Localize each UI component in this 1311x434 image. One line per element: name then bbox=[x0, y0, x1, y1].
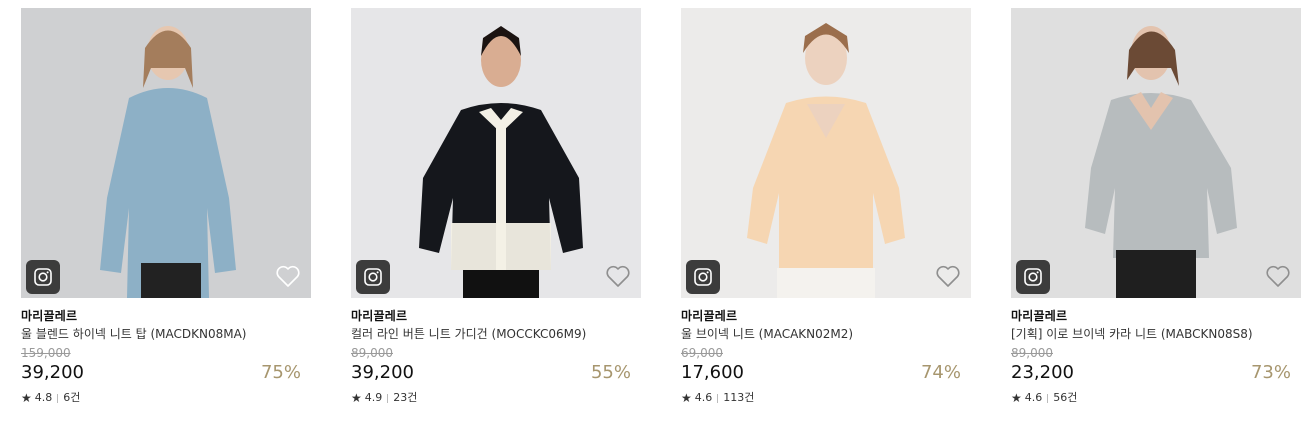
instagram-icon bbox=[364, 268, 382, 286]
product-grid: 마리끌레르 울 블렌드 하이넥 니트 탑 (MACDKN08MA) 159,00… bbox=[0, 0, 1311, 434]
sale-price: 23,200 bbox=[1011, 362, 1074, 383]
product-photo bbox=[21, 8, 311, 298]
product-image[interactable] bbox=[21, 8, 311, 298]
product-photo bbox=[681, 8, 971, 298]
review-count: 113건 bbox=[723, 391, 755, 404]
discount-rate: 73% bbox=[1250, 362, 1291, 383]
review-count: 56건 bbox=[1053, 391, 1078, 404]
star-icon: ★ bbox=[681, 391, 692, 405]
divider bbox=[1047, 393, 1049, 403]
heart-outline-icon bbox=[936, 265, 960, 287]
discount-rate: 55% bbox=[590, 362, 631, 383]
price-row: 17,600 74% bbox=[681, 361, 971, 385]
price-row: 39,200 55% bbox=[351, 361, 641, 385]
original-price: 89,000 bbox=[351, 346, 393, 360]
rating-value: 4.6 bbox=[694, 391, 713, 404]
product-name[interactable]: [기획] 이로 브이넥 카라 니트 (MABCKN08S8) bbox=[1011, 326, 1301, 342]
heart-outline-icon bbox=[1266, 265, 1290, 287]
instagram-icon bbox=[694, 268, 712, 286]
wishlist-button[interactable] bbox=[1265, 264, 1291, 288]
product-brand[interactable]: 마리끌레르 bbox=[1011, 308, 1301, 324]
rating-row: ★ 4.8 6건 bbox=[21, 391, 311, 405]
original-price: 89,000 bbox=[1011, 346, 1053, 360]
rating-row: ★ 4.6 56건 bbox=[1011, 391, 1301, 405]
heart-outline-icon bbox=[606, 265, 630, 287]
review-count: 23건 bbox=[393, 391, 418, 404]
product-photo bbox=[351, 8, 641, 298]
rating-row: ★ 4.6 113건 bbox=[681, 391, 971, 405]
sale-price: 39,200 bbox=[351, 362, 414, 383]
product-brand[interactable]: 마리끌레르 bbox=[351, 308, 641, 324]
wishlist-button[interactable] bbox=[935, 264, 961, 288]
product-card[interactable]: 마리끌레르 울 브이넥 니트 (MACAKN02M2) 69,000 17,60… bbox=[681, 8, 971, 405]
product-photo bbox=[1011, 8, 1301, 298]
product-image[interactable] bbox=[1011, 8, 1301, 298]
review-count: 6건 bbox=[63, 391, 81, 404]
instagram-button[interactable] bbox=[356, 260, 390, 294]
instagram-icon bbox=[1024, 268, 1042, 286]
instagram-button[interactable] bbox=[26, 260, 60, 294]
instagram-icon bbox=[34, 268, 52, 286]
instagram-button[interactable] bbox=[1016, 260, 1050, 294]
product-brand[interactable]: 마리끌레르 bbox=[681, 308, 971, 324]
product-card[interactable]: 마리끌레르 [기획] 이로 브이넥 카라 니트 (MABCKN08S8) 89,… bbox=[1011, 8, 1301, 405]
price-row: 23,200 73% bbox=[1011, 361, 1301, 385]
rating-value: 4.9 bbox=[364, 391, 383, 404]
instagram-button[interactable] bbox=[686, 260, 720, 294]
wishlist-button[interactable] bbox=[275, 264, 301, 288]
product-name[interactable]: 울 블렌드 하이넥 니트 탑 (MACDKN08MA) bbox=[21, 326, 311, 342]
product-image[interactable] bbox=[681, 8, 971, 298]
rating-value: 4.6 bbox=[1024, 391, 1043, 404]
discount-rate: 75% bbox=[260, 362, 301, 383]
star-icon: ★ bbox=[351, 391, 362, 405]
product-name[interactable]: 컬러 라인 버튼 니트 가디건 (MOCCKC06M9) bbox=[351, 326, 641, 342]
divider bbox=[387, 393, 389, 403]
original-price: 69,000 bbox=[681, 346, 723, 360]
star-icon: ★ bbox=[1011, 391, 1022, 405]
price-row: 39,200 75% bbox=[21, 361, 311, 385]
heart-outline-icon bbox=[276, 265, 300, 287]
divider bbox=[717, 393, 719, 403]
sale-price: 17,600 bbox=[681, 362, 744, 383]
product-image[interactable] bbox=[351, 8, 641, 298]
original-price: 159,000 bbox=[21, 346, 71, 360]
star-icon: ★ bbox=[21, 391, 32, 405]
product-name[interactable]: 울 브이넥 니트 (MACAKN02M2) bbox=[681, 326, 971, 342]
rating-row: ★ 4.9 23건 bbox=[351, 391, 641, 405]
discount-rate: 74% bbox=[920, 362, 961, 383]
divider bbox=[57, 393, 59, 403]
rating-value: 4.8 bbox=[34, 391, 53, 404]
product-card[interactable]: 마리끌레르 울 블렌드 하이넥 니트 탑 (MACDKN08MA) 159,00… bbox=[21, 8, 311, 405]
wishlist-button[interactable] bbox=[605, 264, 631, 288]
product-card[interactable]: 마리끌레르 컬러 라인 버튼 니트 가디건 (MOCCKC06M9) 89,00… bbox=[351, 8, 641, 405]
product-brand[interactable]: 마리끌레르 bbox=[21, 308, 311, 324]
sale-price: 39,200 bbox=[21, 362, 84, 383]
